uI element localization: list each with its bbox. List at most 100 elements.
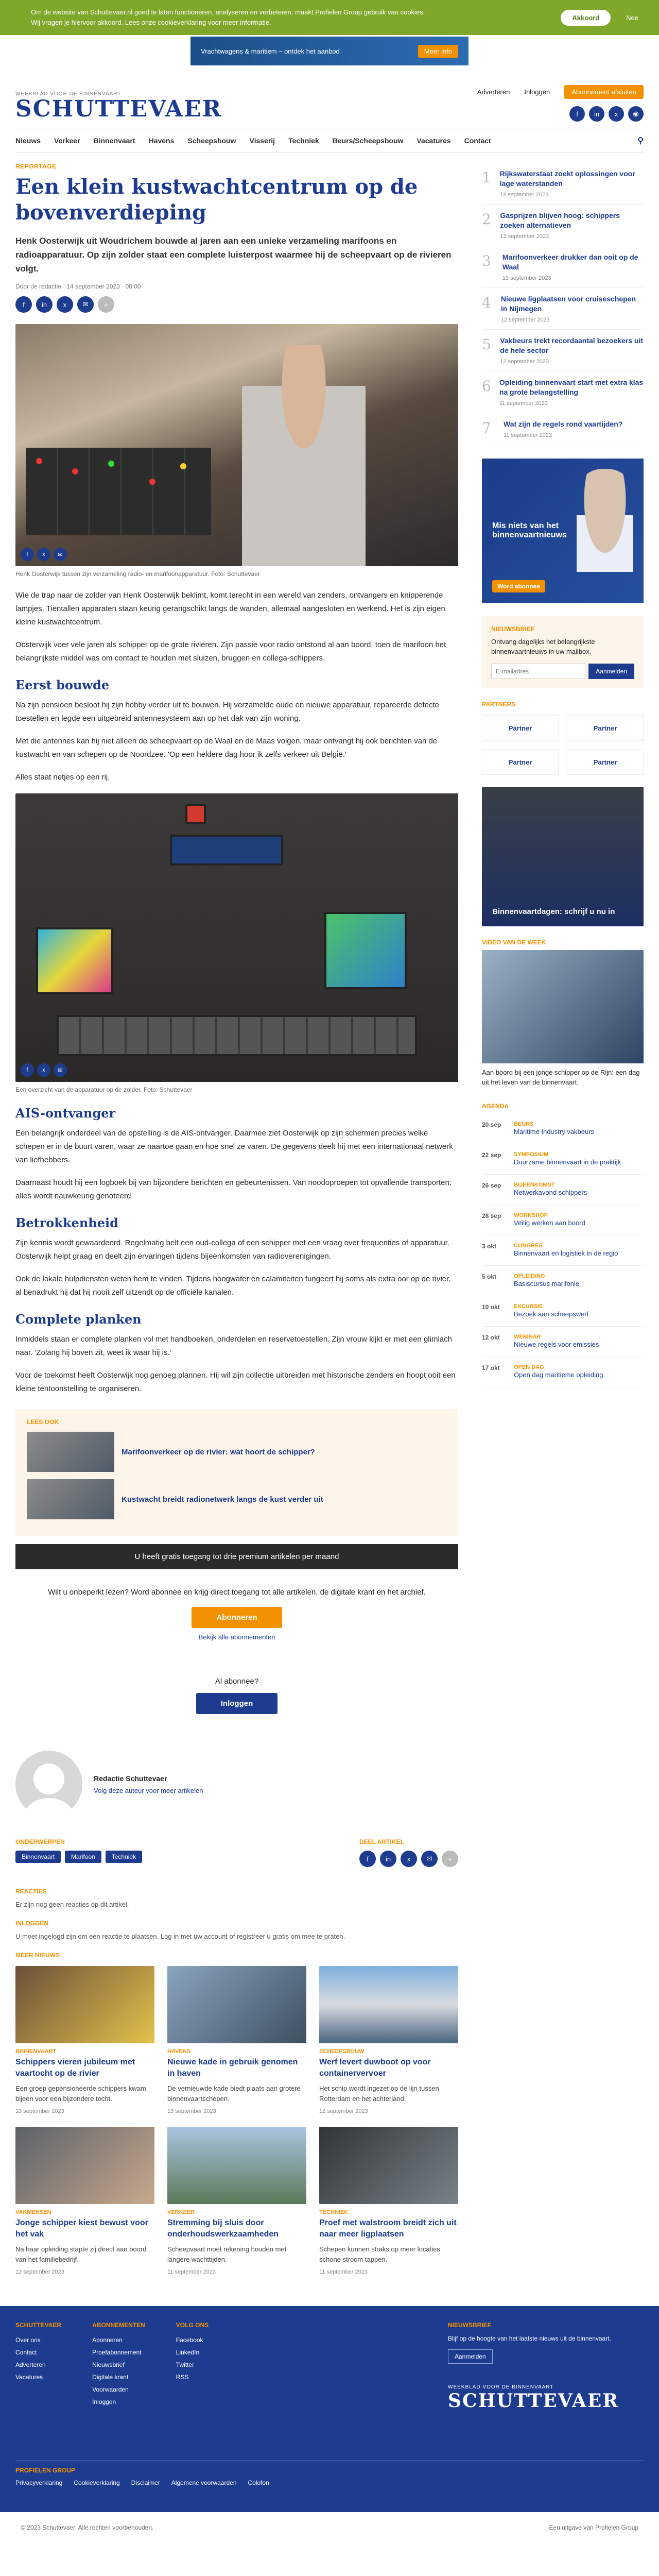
share-facebook-icon[interactable]: f <box>15 296 32 313</box>
footer-link[interactable]: RSS <box>176 2371 209 2383</box>
top-list-title[interactable]: Gasprijzen blijven hoog: schippers zoeke… <box>500 211 644 230</box>
news-card[interactable]: Scheepsbouw Werf levert duwboot op voor … <box>319 1966 458 2114</box>
footer-legal-link[interactable]: Colofon <box>248 2479 269 2486</box>
footer-legal-link[interactable]: Cookieverklaring <box>74 2479 119 2486</box>
sidebar-ad[interactable]: Mis niets van het binnenvaartnieuws Word… <box>482 459 644 603</box>
nav-item[interactable]: Beurs/Scheepsbouw <box>333 137 404 145</box>
event-title[interactable]: Binnenvaart en logistiek in de regio <box>514 1249 618 1258</box>
share-mail-icon[interactable]: ✉ <box>54 1063 67 1077</box>
event-item[interactable]: 28 sep Workshop Veilig werken aan boord <box>482 1205 644 1235</box>
paywall-subscribe-button[interactable]: Abonneren <box>192 1607 282 1628</box>
top-list-title[interactable]: Rijkswaterstaat zoekt oplossingen voor l… <box>500 169 644 189</box>
nav-item[interactable]: Scheepsbouw <box>187 137 236 145</box>
news-card[interactable]: Vakmensen Jonge schipper kiest bewust vo… <box>15 2127 154 2275</box>
sidebar-ad-button[interactable]: Word abonnee <box>492 580 546 592</box>
related-title[interactable]: Kustwacht breidt radionetwerk langs de k… <box>122 1495 323 1504</box>
subscribe-button[interactable]: Abonnement afsluiten <box>564 85 644 99</box>
cookie-accept-button[interactable]: Akkoord <box>561 9 611 26</box>
share-more-icon[interactable]: + <box>442 1851 458 1867</box>
share-linkedin-icon[interactable]: in <box>36 296 53 313</box>
top-ad-banner[interactable]: Vrachtwagens & maritiem – ontdek het aan… <box>190 37 469 65</box>
footer-logo[interactable]: SCHUTTEVAER <box>448 2390 644 2412</box>
search-icon[interactable]: ⚲ <box>637 135 644 146</box>
top-ad-button[interactable]: Meer info <box>418 44 458 58</box>
footer-link[interactable]: LinkedIn <box>176 2346 209 2359</box>
news-card-title[interactable]: Schippers vieren jubileum met vaartocht … <box>15 2057 154 2079</box>
news-card[interactable]: Verkeer Stremming bij sluis door onderho… <box>167 2127 306 2275</box>
share-twitter-icon[interactable]: x <box>401 1851 417 1867</box>
sidebar-ad-2[interactable]: Binnenvaartdagen: schrijf u nu in <box>482 787 644 926</box>
video-thumbnail[interactable] <box>482 950 644 1063</box>
brand[interactable]: WEEKBLAD VOOR DE BINNENVAART SCHUTTEVAER <box>15 91 222 122</box>
footer-link[interactable]: Digitale krant <box>92 2371 145 2383</box>
top-list-item[interactable]: 6 Opleiding binnenvaart start met extra k… <box>482 371 644 413</box>
top-list-item[interactable]: 5 Vakbeurs trekt recordaantal bezoekers u… <box>482 330 644 371</box>
partner-logo[interactable]: Partner <box>482 749 559 775</box>
event-item[interactable]: 26 sep Bijeenkomst Netwerkavond schippers <box>482 1175 644 1205</box>
top-list-title[interactable]: Opleiding binnenvaart start met extra kl… <box>499 378 644 397</box>
footer-link[interactable]: Facebook <box>176 2334 209 2346</box>
newsletter-submit-button[interactable]: Aanmelden <box>588 664 634 679</box>
event-item[interactable]: 12 okt Webinar Nieuwe regels voor emissies <box>482 1327 644 1357</box>
news-card[interactable]: Havens Nieuwe kade in gebruik genomen in… <box>167 1966 306 2114</box>
footer-newsletter-button[interactable]: Aanmelden <box>448 2349 493 2364</box>
event-item[interactable]: 5 okt Opleiding Basiscursus marifonie <box>482 1266 644 1296</box>
footer-link[interactable]: Inloggen <box>92 2396 145 2408</box>
nav-item[interactable]: Techniek <box>288 137 319 145</box>
top-list-item[interactable]: 3 Marifoonverkeer drukker dan ooit op de … <box>482 246 644 288</box>
news-card-title[interactable]: Werf levert duwboot op voor containerver… <box>319 2057 458 2079</box>
top-list-item[interactable]: 4 Nieuwe ligplaatsen voor cruiseschepen i… <box>482 288 644 330</box>
event-item[interactable]: 3 okt Congres Binnenvaart en logistiek in … <box>482 1235 644 1266</box>
footer-link[interactable]: Twitter <box>176 2359 209 2371</box>
linkedin-icon[interactable]: in <box>589 106 604 122</box>
event-title[interactable]: Netwerkavond schippers <box>514 1188 587 1197</box>
nav-item[interactable]: Contact <box>464 137 491 145</box>
footer-link[interactable]: Contact <box>15 2346 61 2359</box>
event-title[interactable]: Duurzame binnenvaart in de praktijk <box>514 1158 621 1167</box>
paywall-login-button[interactable]: Inloggen <box>196 1693 278 1714</box>
paywall-link[interactable]: Bekijk alle abonnementen <box>36 1633 438 1641</box>
footer-link[interactable]: Adverteren <box>15 2359 61 2371</box>
tag[interactable]: Binnenvaart <box>15 1851 61 1863</box>
share-twitter-icon[interactable]: x <box>37 1063 50 1077</box>
news-card[interactable]: Binnenvaart Schippers vieren jubileum me… <box>15 1966 154 2114</box>
footer-link[interactable]: Abonneren <box>92 2334 145 2346</box>
nav-item[interactable]: Havens <box>149 137 175 145</box>
footer-link[interactable]: Over ons <box>15 2334 61 2346</box>
news-card-title[interactable]: Nieuwe kade in gebruik genomen in haven <box>167 2057 306 2079</box>
news-card-title[interactable]: Proef met walstroom breidt zich uit naar… <box>319 2217 458 2240</box>
twitter-icon[interactable]: x <box>609 106 624 122</box>
event-title[interactable]: Bezoek aan scheepswerf <box>514 1310 588 1319</box>
partner-logo[interactable]: Partner <box>567 715 644 741</box>
site-logo[interactable]: SCHUTTEVAER <box>15 97 222 122</box>
top-list-title[interactable]: Wat zijn de regels rond vaartijden? <box>504 419 622 429</box>
advertise-link[interactable]: Adverteren <box>477 88 510 96</box>
author-follow-link[interactable]: Volg deze auteur voor meer artikelen <box>94 1787 203 1794</box>
news-card-title[interactable]: Jonge schipper kiest bewust voor het vak <box>15 2217 154 2240</box>
related-title[interactable]: Marifoonverkeer op de rivier: wat hoort … <box>122 1448 315 1456</box>
cookie-decline-button[interactable]: Nee <box>626 14 638 22</box>
author-name[interactable]: Redactie Schuttevaer <box>94 1774 203 1783</box>
related-item[interactable]: Marifoonverkeer op de rivier: wat hoort … <box>27 1432 447 1472</box>
top-list-title[interactable]: Nieuwe ligplaatsen voor cruiseschepen in… <box>501 294 644 314</box>
nav-item[interactable]: Verkeer <box>54 137 80 145</box>
share-more-icon[interactable]: + <box>98 296 114 313</box>
footer-link[interactable]: Vacatures <box>15 2371 61 2383</box>
tag[interactable]: Techniek <box>105 1851 143 1863</box>
event-item[interactable]: 17 okt Open dag Open dag maritieme opleidi… <box>482 1357 644 1387</box>
share-mail-icon[interactable]: ✉ <box>77 296 94 313</box>
footer-link[interactable]: Nieuwsbrief <box>92 2359 145 2371</box>
video-block[interactable]: Aan boord bij een jonge schipper op de R… <box>482 950 644 1087</box>
event-title[interactable]: Nieuwe regels voor emissies <box>514 1340 599 1349</box>
tag[interactable]: Marifoon <box>65 1851 101 1863</box>
top-list-title[interactable]: Vakbeurs trekt recordaantal bezoekers ui… <box>500 336 644 355</box>
news-card[interactable]: Techniek Proef met walstroom breidt zich… <box>319 2127 458 2275</box>
top-list-title[interactable]: Marifoonverkeer drukker dan ooit op de W… <box>502 252 644 272</box>
footer-legal-link[interactable]: Algemene voorwaarden <box>171 2479 237 2486</box>
nav-item[interactable]: Vacatures <box>417 137 450 145</box>
share-twitter-icon[interactable]: x <box>57 296 73 313</box>
partner-logo[interactable]: Partner <box>482 715 559 741</box>
newsletter-email-input[interactable] <box>491 664 586 679</box>
top-list-item[interactable]: 2 Gasprijzen blijven hoog: schippers zoek… <box>482 205 644 246</box>
event-item[interactable]: 22 sep Symposium Duurzame binnenvaart in d… <box>482 1144 644 1175</box>
